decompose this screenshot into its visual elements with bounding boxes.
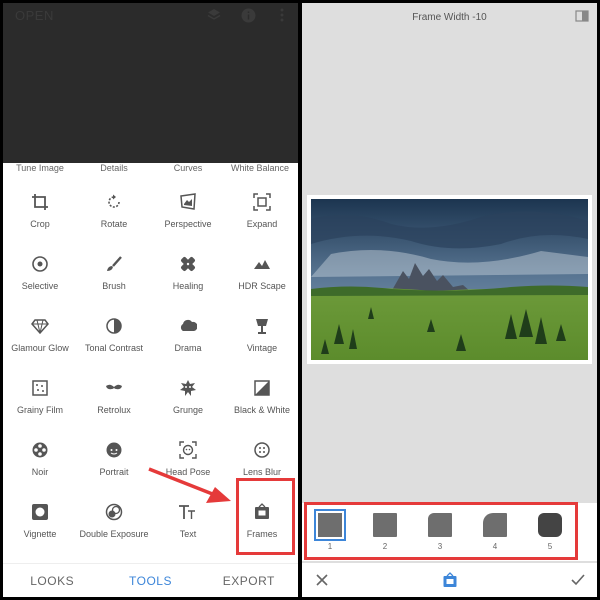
- frames-editor-panel: Frame Width -10 1 2 3 4 5: [302, 3, 597, 597]
- editor-bottom-bar: [302, 563, 597, 597]
- frame-width-title: Frame Width -10: [412, 12, 487, 23]
- tab-tools[interactable]: TOOLS: [101, 574, 199, 588]
- tab-export[interactable]: EXPORT: [200, 574, 298, 588]
- screen: OPEN Tune Image Details Curves White Bal…: [0, 0, 600, 600]
- bottom-tab-bar: LOOKS TOOLS EXPORT: [3, 563, 298, 597]
- tab-looks[interactable]: LOOKS: [3, 574, 101, 588]
- apply-checkmark-icon[interactable]: [570, 572, 586, 588]
- frames-selector-highlight-box: [304, 502, 578, 560]
- landscape-photo: [311, 199, 588, 360]
- cancel-icon[interactable]: [314, 572, 330, 588]
- tools-panel: OPEN Tune Image Details Curves White Bal…: [3, 3, 298, 597]
- image-canvas: [307, 195, 592, 364]
- frames-tool-icon[interactable]: [442, 572, 458, 588]
- compare-icon[interactable]: [575, 10, 589, 22]
- annotation-arrow: [148, 467, 231, 503]
